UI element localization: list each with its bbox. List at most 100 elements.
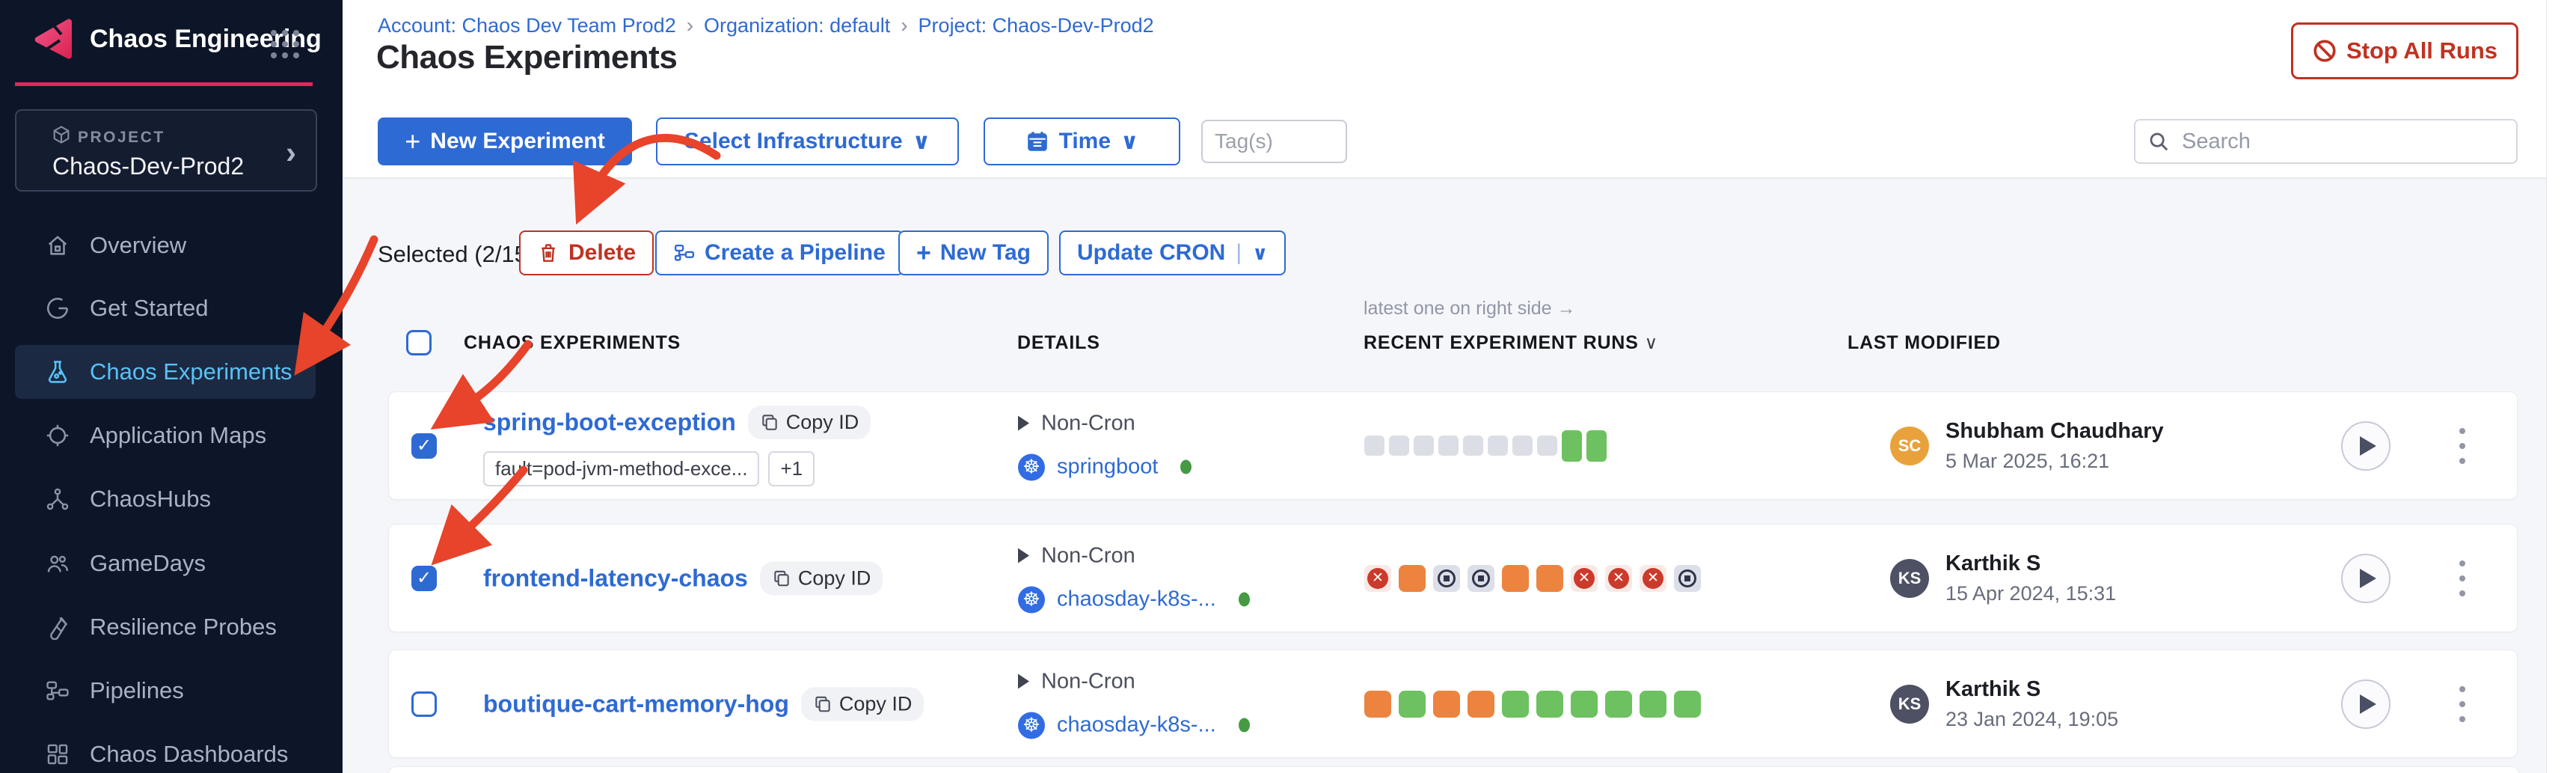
sidebar-item-chaos-dashboards[interactable]: Chaos Dashboards	[15, 727, 316, 773]
run-status-empty[interactable]	[1414, 436, 1434, 456]
sidebar-item-get-started[interactable]: Get Started	[15, 281, 316, 335]
project-selector[interactable]: PROJECT Chaos-Dev-Prod2 ›	[15, 109, 317, 192]
run-status-stopped[interactable]	[1433, 565, 1460, 592]
copy-id-button[interactable]: Copy ID	[801, 687, 924, 721]
page-title: Chaos Experiments	[376, 39, 677, 76]
run-status-passed[interactable]	[1502, 691, 1529, 718]
new-experiment-button[interactable]: + New Experiment	[378, 117, 632, 165]
run-status-empty[interactable]	[1463, 436, 1483, 456]
row-checkbox[interactable]: ✓	[411, 433, 437, 459]
breadcrumb-item[interactable]: Organization: default	[704, 14, 890, 37]
run-status-stopped[interactable]	[1674, 565, 1701, 592]
row-menu-button[interactable]	[2447, 420, 2477, 472]
copy-icon	[760, 412, 779, 432]
sidebar-item-gamedays[interactable]: GameDays	[15, 537, 316, 590]
tags-filter-input[interactable]	[1201, 120, 1347, 163]
run-experiment-button[interactable]	[2341, 554, 2391, 603]
run-status-passed[interactable]	[1399, 691, 1426, 718]
trash-icon	[537, 242, 559, 264]
breadcrumb-item[interactable]: Project: Chaos-Dev-Prod2	[919, 14, 1154, 37]
sidebar-item-chaoshubs[interactable]: ChaosHubs	[15, 472, 316, 526]
cron-type-line[interactable]: Non-Cron	[1018, 411, 1192, 436]
run-status-warning[interactable]	[1433, 691, 1460, 718]
row-menu-button[interactable]	[2447, 552, 2477, 605]
run-status-failed[interactable]: ✕	[1640, 565, 1666, 592]
run-status-empty[interactable]	[1438, 436, 1459, 456]
scrollbar-gutter[interactable]	[2546, 0, 2576, 773]
harness-chaos-logo[interactable]	[30, 15, 73, 63]
selected-count-text: Selected (2/15)	[378, 241, 535, 268]
cron-type-line[interactable]: Non-Cron	[1018, 543, 1250, 568]
run-status-empty[interactable]	[1488, 436, 1508, 456]
experiment-name-link[interactable]: spring-boot-exception	[483, 409, 736, 436]
run-status-failed[interactable]: ✕	[1571, 565, 1598, 592]
delete-button[interactable]: Delete	[519, 230, 654, 275]
run-status-warning[interactable]	[1502, 565, 1529, 592]
cron-type-label: Non-Cron	[1041, 411, 1135, 436]
experiment-name-link[interactable]: boutique-cart-memory-hog	[483, 690, 789, 718]
run-status-empty[interactable]	[1537, 436, 1557, 456]
run-status-warning[interactable]	[1536, 565, 1563, 592]
run-status-failed[interactable]: ✕	[1364, 565, 1391, 592]
cron-type-line[interactable]: Non-Cron	[1018, 669, 1250, 694]
run-experiment-button[interactable]	[2341, 679, 2391, 729]
update-cron-button[interactable]: Update CRON | ∨	[1059, 230, 1286, 275]
stop-all-runs-button[interactable]: Stop All Runs	[2291, 22, 2518, 79]
run-status-stopped[interactable]	[1468, 565, 1494, 592]
time-filter-dropdown[interactable]: Time ∨	[984, 117, 1180, 165]
get-started-icon	[45, 296, 70, 321]
new-tag-label: New Tag	[940, 240, 1031, 266]
search-input[interactable]	[2180, 129, 2504, 155]
modified-by-name: Karthik S	[1945, 552, 2116, 576]
avatar: KS	[1890, 559, 1929, 598]
run-status-passed[interactable]	[1571, 691, 1598, 718]
chevron-down-icon[interactable]: ∨	[1252, 242, 1268, 265]
sidebar-item-overview[interactable]: Overview	[15, 219, 316, 272]
run-status-empty[interactable]	[1364, 436, 1384, 456]
run-status-warning[interactable]	[1399, 565, 1426, 592]
create-pipeline-button[interactable]: Create a Pipeline	[655, 230, 904, 275]
run-status-passed[interactable]	[1640, 691, 1666, 718]
infrastructure-line: ☸springboot	[1018, 453, 1192, 480]
plus-icon: +	[405, 126, 420, 157]
update-cron-label: Update CRON	[1077, 240, 1225, 266]
run-status-passed-latest[interactable]	[1586, 430, 1607, 462]
copy-id-label: Copy ID	[798, 566, 871, 590]
sidebar-item-application-maps[interactable]: Application Maps	[15, 409, 316, 462]
row-checkbox[interactable]	[411, 691, 437, 717]
run-status-passed[interactable]	[1536, 691, 1563, 718]
tag-pill[interactable]: fault=pod-jvm-method-exce...	[483, 451, 759, 486]
column-header-recent-runs[interactable]: RECENT EXPERIMENT RUNS∨	[1364, 332, 1658, 354]
run-status-passed[interactable]	[1674, 691, 1701, 718]
sidebar-item-pipelines[interactable]: Pipelines	[15, 664, 316, 718]
app-switcher-icon[interactable]	[271, 30, 299, 58]
breadcrumb-item[interactable]: Account: Chaos Dev Team Prod2	[378, 14, 676, 37]
infrastructure-link[interactable]: chaosday-k8s-...	[1057, 713, 1216, 738]
sidebar-item-chaos-experiments[interactable]: Chaos Experiments	[15, 345, 316, 399]
sidebar-item-resilience-probes[interactable]: Resilience Probes	[15, 600, 316, 654]
tag-pill[interactable]: +1	[768, 451, 815, 486]
row-menu-button[interactable]	[2447, 678, 2477, 730]
run-status-passed-latest[interactable]	[1562, 430, 1582, 462]
run-status-failed[interactable]: ✕	[1605, 565, 1632, 592]
copy-id-button[interactable]: Copy ID	[760, 561, 883, 595]
run-status-empty[interactable]	[1512, 436, 1533, 456]
infrastructure-link[interactable]: springboot	[1057, 455, 1158, 480]
sidebar-item-label: Chaos Dashboards	[90, 741, 288, 768]
select-all-checkbox[interactable]	[406, 330, 432, 355]
run-status-empty[interactable]	[1389, 436, 1409, 456]
select-infrastructure-dropdown[interactable]: Select Infrastructure ∨	[656, 117, 959, 165]
experiment-name-link[interactable]: frontend-latency-chaos	[483, 564, 748, 592]
copy-id-label: Copy ID	[786, 411, 859, 434]
next-row-partial	[388, 766, 2519, 773]
copy-id-button[interactable]: Copy ID	[748, 406, 871, 439]
row-checkbox[interactable]: ✓	[411, 566, 437, 591]
run-status-passed[interactable]	[1605, 691, 1632, 718]
stopped-icon	[1438, 569, 1456, 587]
new-tag-button[interactable]: + New Tag	[898, 230, 1049, 275]
run-status-warning[interactable]	[1468, 691, 1494, 718]
expand-triangle-icon	[1018, 549, 1029, 563]
run-status-warning[interactable]	[1364, 691, 1391, 718]
run-experiment-button[interactable]	[2341, 421, 2391, 471]
infrastructure-link[interactable]: chaosday-k8s-...	[1057, 587, 1216, 612]
